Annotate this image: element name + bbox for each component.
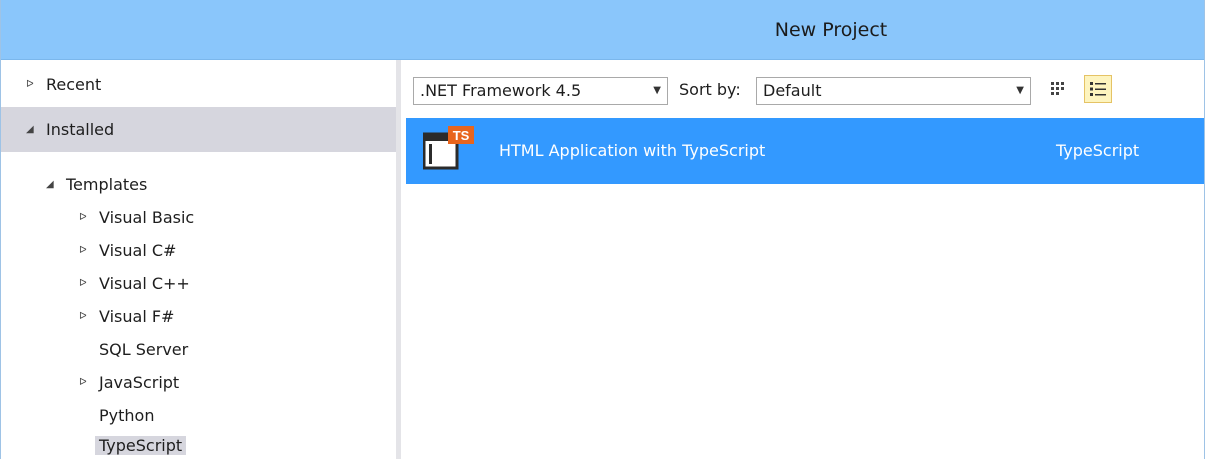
tree-node-label: TypeScript [95, 436, 187, 455]
template-name: HTML Application with TypeScript [499, 141, 766, 160]
tree-node-label: Visual F# [99, 307, 175, 326]
ts-badge: TS [453, 128, 470, 143]
tree-node-label: Recent [46, 75, 102, 94]
framework-value: .NET Framework 4.5 [420, 81, 582, 100]
tree-node-typescript[interactable]: TypeScript [95, 431, 187, 459]
tree-node-javascript[interactable]: ᐅ JavaScript [79, 368, 179, 398]
new-project-dialog: New Project ᐅ Recent ◢ Installed ◢ Template… [0, 0, 1205, 459]
sort-by-label: Sort by: [679, 80, 741, 99]
dropdown-arrow-icon: ▼ [1016, 85, 1024, 96]
small-icons-view-button[interactable] [1044, 75, 1072, 103]
expand-arrow-icon[interactable]: ᐅ [79, 236, 99, 266]
dialog-title: New Project [774, 19, 888, 41]
details-view-button[interactable] [1084, 75, 1112, 103]
tree-node-sql-server[interactable]: SQL Server [99, 335, 188, 365]
title-bar: New Project [1, 0, 1204, 60]
collapse-arrow-icon[interactable]: ◢ [46, 170, 66, 200]
tree-node-installed[interactable]: ◢ Installed [26, 115, 114, 145]
expand-arrow-icon[interactable]: ᐅ [79, 368, 99, 398]
tree-node-label: SQL Server [99, 340, 189, 359]
tree-node-label: JavaScript [99, 373, 180, 392]
tree-node-label: Visual C++ [99, 274, 190, 293]
expand-arrow-icon[interactable]: ᐅ [26, 70, 46, 100]
tree-node-python[interactable]: Python [99, 401, 154, 431]
template-list: TS HTML Application with TypeScript Type… [406, 118, 1204, 459]
expand-arrow-icon[interactable]: ᐅ [79, 269, 99, 299]
tree-node-visual-csharp[interactable]: ᐅ Visual C# [79, 236, 176, 266]
tree-node-label: Python [99, 406, 155, 425]
tree-node-visual-fsharp[interactable]: ᐅ Visual F# [79, 302, 174, 332]
collapse-arrow-icon[interactable]: ◢ [26, 115, 46, 145]
tree-node-label: Visual Basic [99, 208, 195, 227]
tree-node-visual-cpp[interactable]: ᐅ Visual C++ [79, 269, 190, 299]
dropdown-arrow-icon: ▼ [653, 85, 661, 96]
sort-dropdown[interactable]: Default ▼ [756, 77, 1031, 105]
tree-node-recent[interactable]: ᐅ Recent [26, 70, 101, 100]
template-language: TypeScript [1056, 141, 1140, 160]
tree-node-visual-basic[interactable]: ᐅ Visual Basic [79, 203, 194, 233]
list-view-icon [1090, 82, 1106, 96]
typescript-project-icon: TS [423, 126, 474, 170]
tree-node-label: Installed [46, 120, 115, 139]
tree-node-templates[interactable]: ◢ Templates [46, 170, 147, 200]
expand-arrow-icon[interactable]: ᐅ [79, 302, 99, 332]
grid-view-icon [1051, 82, 1064, 95]
template-item-html-typescript[interactable]: TS HTML Application with TypeScript Type… [406, 118, 1204, 184]
tree-node-label: Visual C# [99, 241, 177, 260]
tree-node-label: Templates [66, 175, 148, 194]
sort-value: Default [763, 81, 822, 100]
template-tree: ᐅ Recent ◢ Installed ◢ Templates ᐅ Visual Ba… [1, 60, 401, 459]
template-toolbar: .NET Framework 4.5 ▼ Sort by: Default ▼ [406, 60, 1204, 118]
framework-dropdown[interactable]: .NET Framework 4.5 ▼ [413, 77, 668, 105]
expand-arrow-icon[interactable]: ᐅ [79, 203, 99, 233]
